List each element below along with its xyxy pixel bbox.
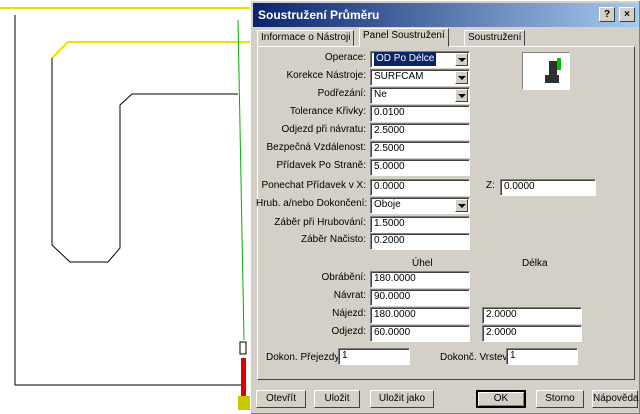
save-as-button[interactable]: Uložit jako <box>370 390 434 408</box>
tolerance-input[interactable]: 0.0100 <box>370 105 470 122</box>
odjezd-angle-input[interactable]: 60.0000 <box>370 325 470 342</box>
tolerance-label: Tolerance Křivky: <box>289 106 366 117</box>
bezpecna-label: Bezpečná Vzdálenost: <box>266 142 366 153</box>
toolpath-line <box>237 19 245 341</box>
operace-select[interactable]: OD Po Délce <box>370 51 470 68</box>
uhel-column-header: Úhel <box>412 258 433 269</box>
dokon-prejezdy-input[interactable]: 1 <box>338 348 410 365</box>
tool-insert <box>241 358 246 398</box>
turning-tool-icon <box>545 58 561 83</box>
tab-turning[interactable]: Soustružení <box>464 30 526 46</box>
zaber-hrubovani-label: Záběr při Hrubování: <box>274 217 366 228</box>
pridavek-strane-label: Přídavek Po Straně: <box>276 160 367 171</box>
bezpecna-input[interactable]: 2.5000 <box>370 141 470 158</box>
stock-top-profile <box>51 41 250 59</box>
navrat-angle-input[interactable]: 90.0000 <box>370 289 470 306</box>
open-button[interactable]: Otevřít <box>256 390 306 408</box>
pridavek-x-label: Ponechat Přídavek v X: <box>261 180 366 191</box>
chevron-down-icon[interactable] <box>455 53 468 66</box>
part-outer-contour <box>14 15 242 386</box>
dokon-prejezdy-label: Dokon. Přejezdy: <box>266 352 343 363</box>
help-button[interactable]: Nápověda <box>592 390 639 408</box>
podrezani-select[interactable]: Ne <box>370 87 470 104</box>
tab-turning-panel[interactable]: Panel Soustružení <box>359 28 449 47</box>
zaber-nacisto-input[interactable]: 0.2000 <box>370 233 470 250</box>
pridavek-x-input[interactable]: 0.0000 <box>370 179 470 196</box>
dokonc-vrstev-input[interactable]: 1 <box>506 348 578 365</box>
najezd-angle-input[interactable]: 180.0000 <box>370 307 470 324</box>
podrezani-label: Podřezání: <box>317 88 366 99</box>
obrabeni-label: Obrábění: <box>321 272 366 283</box>
part-geometry <box>0 7 250 410</box>
odjezd-navrat-label: Odjezd při návratu: <box>281 124 367 135</box>
pridavek-z-input[interactable]: 0.0000 <box>500 179 596 196</box>
chevron-down-icon[interactable] <box>455 71 468 84</box>
hrub-dokonceni-label: Hrub. a/nebo Dokončení: <box>256 198 368 209</box>
tool-base <box>238 396 250 410</box>
cancel-button[interactable]: Storno <box>536 390 584 408</box>
operace-label: Operace: <box>324 52 366 63</box>
chevron-down-icon[interactable] <box>455 199 468 212</box>
zaber-nacisto-label: Záběr Načisto: <box>300 234 366 245</box>
delka-column-header: Délka <box>522 258 548 269</box>
dokonc-vrstev-label: Dokonč. Vrstev: <box>440 352 511 363</box>
ok-button[interactable]: OK <box>476 390 526 408</box>
tool-holder <box>239 341 247 355</box>
close-icon[interactable]: × <box>619 7 635 22</box>
dialog-title: Soustružení Průměru <box>258 8 380 22</box>
korekce-label: Korekce Nástroje: <box>286 70 366 81</box>
hrub-dokonceni-select[interactable]: Oboje <box>370 197 470 214</box>
korekce-select[interactable]: SURFCAM <box>370 69 470 86</box>
tab-tool-info[interactable]: Informace o Nástroji <box>257 30 355 46</box>
save-button[interactable]: Uložit <box>314 390 360 408</box>
najezd-label: Nájezd: <box>332 308 366 319</box>
tool-preview <box>522 52 570 90</box>
pridavek-strane-input[interactable]: 5.0000 <box>370 159 470 176</box>
obrabeni-angle-input[interactable]: 180.0000 <box>370 271 470 288</box>
part-inner-contour <box>51 58 238 263</box>
cad-viewport[interactable] <box>0 0 252 414</box>
chevron-down-icon[interactable] <box>455 89 468 102</box>
help-title-button[interactable]: ? <box>599 7 615 22</box>
odjezd-label: Odjezd: <box>331 326 366 337</box>
odjezd-length-input[interactable]: 2.0000 <box>482 325 582 342</box>
navrat-label: Návrat: <box>333 290 366 301</box>
najezd-length-input[interactable]: 2.0000 <box>482 307 582 324</box>
zaber-hrubovani-input[interactable]: 1.5000 <box>370 216 470 233</box>
pridavek-z-label: Z: <box>486 180 495 191</box>
title-bar[interactable]: Soustružení Průměru ? × <box>253 3 639 27</box>
odjezd-navrat-input[interactable]: 2.5000 <box>370 123 470 140</box>
